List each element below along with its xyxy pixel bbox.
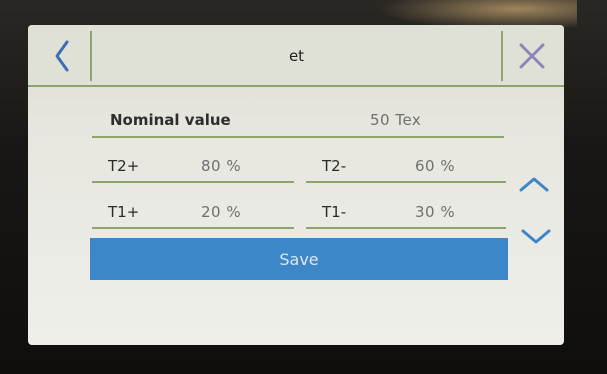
save-button[interactable]: Save <box>90 238 508 280</box>
nominal-value-value: 50 Tex <box>370 111 422 129</box>
t1-minus-label: T1- <box>322 203 347 221</box>
t1-plus-label: T1+ <box>108 203 140 221</box>
close-icon <box>519 43 545 69</box>
nominal-value-label: Nominal value <box>110 111 231 129</box>
touch-screen: et Nominal value 50 Tex T2+ 80 % T2- 60 … <box>28 25 564 345</box>
t2-minus-value: 60 % <box>415 157 456 175</box>
page-title: et <box>288 47 305 65</box>
t2-minus-underline <box>306 181 506 183</box>
t1-plus-value: 20 % <box>201 203 242 221</box>
chevron-down-icon[interactable] <box>520 228 552 246</box>
t1-minus-underline <box>306 227 506 229</box>
t2-plus-value: 80 % <box>201 157 242 175</box>
t2-plus-label: T2+ <box>108 157 140 175</box>
nominal-value-underline <box>92 136 504 138</box>
t1-plus-underline <box>92 227 294 229</box>
chevron-left-icon <box>55 40 69 72</box>
header-bar: et <box>28 25 564 87</box>
close-button[interactable] <box>501 31 561 81</box>
t2-minus-label: T2- <box>322 157 347 175</box>
chevron-up-icon[interactable] <box>518 175 550 193</box>
save-button-label: Save <box>279 249 319 269</box>
t1-minus-value: 30 % <box>415 203 456 221</box>
device-frame: et Nominal value 50 Tex T2+ 80 % T2- 60 … <box>0 0 607 374</box>
t2-plus-underline <box>92 181 294 183</box>
back-button[interactable] <box>34 31 92 81</box>
